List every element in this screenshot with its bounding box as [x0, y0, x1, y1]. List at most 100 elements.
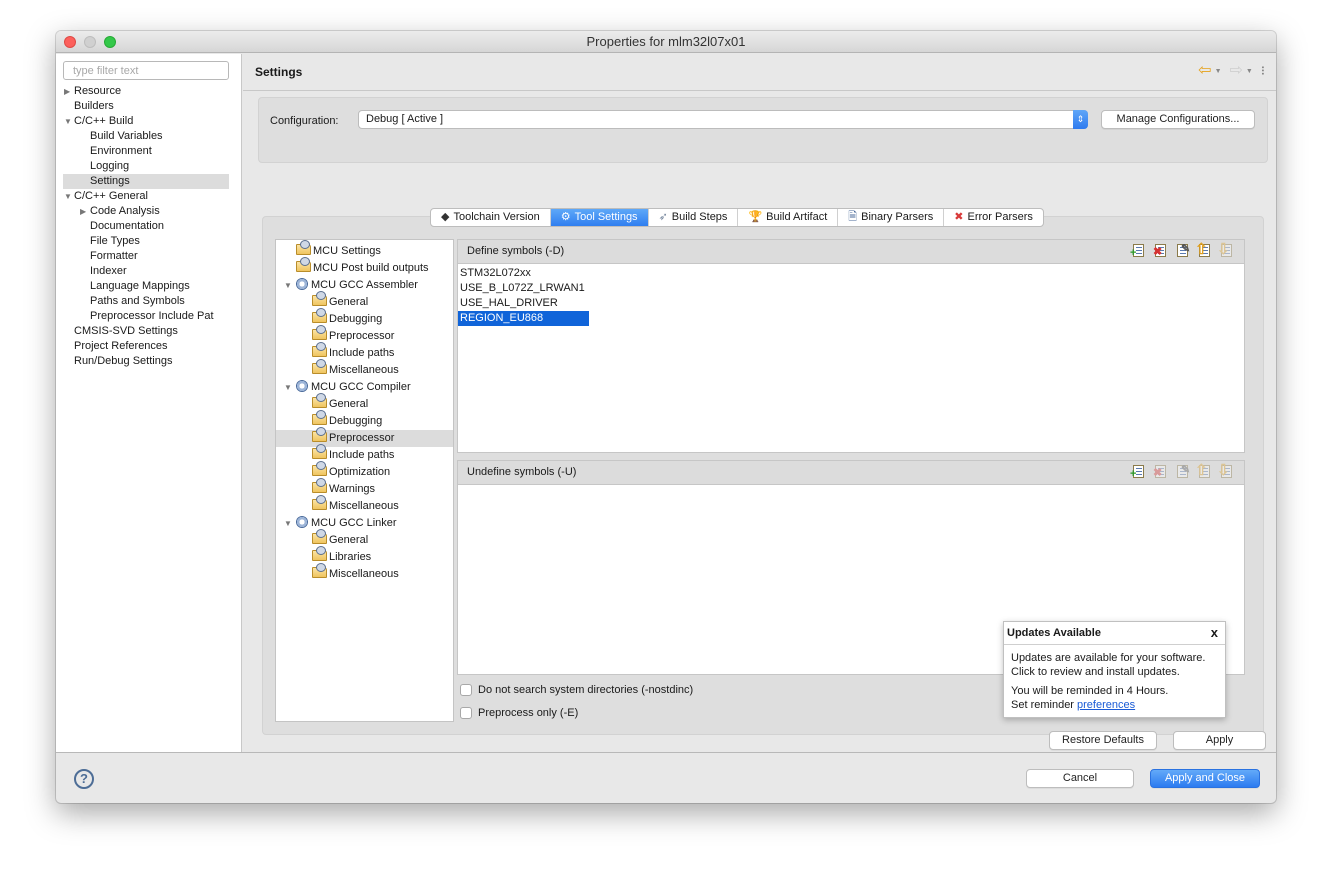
define-symbols-list[interactable]: STM32L072xx USE_B_L072Z_LRWAN1 USE_HAL_DRI…: [457, 263, 1245, 453]
move-up-icon[interactable]: ⇧: [1195, 463, 1212, 480]
back-history-dropdown[interactable]: ▼: [1215, 68, 1222, 75]
tab-binary-parsers[interactable]: 🗎 Binary Parsers: [838, 209, 945, 226]
move-down-icon[interactable]: ⇩: [1217, 463, 1234, 480]
nav-item-label: Build Variables: [90, 130, 163, 142]
tool-tree-item[interactable]: Debugging: [276, 308, 453, 328]
define-symbol-item[interactable]: REGION_EU868: [458, 311, 589, 326]
move-down-icon[interactable]: ⇩: [1217, 242, 1234, 259]
nav-item-label: C/C++ Build: [74, 115, 134, 127]
expanded-arrow-icon[interactable]: ▼: [64, 114, 72, 129]
nav-item[interactable]: Preprocessor Include Pat: [63, 309, 229, 324]
tool-tree-item[interactable]: Include paths: [276, 342, 453, 362]
tool-tree-item[interactable]: ▼ MCU GCC Assembler: [276, 277, 453, 294]
nav-item[interactable]: Formatter: [63, 249, 229, 264]
nav-item[interactable]: Indexer: [63, 264, 229, 279]
help-icon[interactable]: ?: [74, 769, 94, 789]
nav-item-label: Paths and Symbols: [90, 295, 185, 307]
cancel-button[interactable]: Cancel: [1026, 769, 1134, 788]
apply-button[interactable]: Apply: [1173, 731, 1266, 750]
nav-item[interactable]: ▼ C/C++ Build: [63, 114, 229, 129]
edit-icon[interactable]: ✎: [1174, 464, 1190, 480]
configuration-select[interactable]: Debug [ Active ] ⇕: [358, 110, 1088, 129]
tab-tool-settings[interactable]: ⚙ Tool Settings: [550, 209, 649, 226]
tool-tree-item[interactable]: Preprocessor: [276, 325, 453, 345]
nostdinc-option[interactable]: Do not search system directories (-nostd…: [460, 684, 693, 696]
tool-tree-item[interactable]: ▼ MCU GCC Linker: [276, 515, 453, 532]
tool-tree-item[interactable]: General: [276, 529, 453, 549]
close-window-button[interactable]: [64, 36, 76, 48]
build-steps-icon: ➶: [658, 211, 668, 223]
define-symbol-item[interactable]: STM32L072xx: [458, 266, 1244, 281]
action-glyph: ✎: [1181, 243, 1191, 255]
updates-notification[interactable]: Updates Available x Updates are availabl…: [1003, 621, 1226, 718]
nav-item[interactable]: ▼ C/C++ General: [63, 189, 229, 204]
preprocess-only-option[interactable]: Preprocess only (-E): [460, 707, 578, 719]
add-icon[interactable]: +: [1130, 243, 1146, 259]
maximize-window-button[interactable]: [104, 36, 116, 48]
nav-item[interactable]: ▶ Resource: [63, 84, 229, 99]
move-up-icon[interactable]: ⇧: [1195, 242, 1212, 259]
nav-item[interactable]: Paths and Symbols: [63, 294, 229, 309]
header-toolbar: ⇦ ▼ ⇨ ▼ ⁝: [1198, 63, 1265, 79]
add-icon[interactable]: +: [1130, 464, 1146, 480]
nav-item[interactable]: Documentation: [63, 219, 229, 234]
tool-tree-item[interactable]: General: [276, 393, 453, 413]
vertical-dots-icon[interactable]: ⁝: [1261, 64, 1265, 77]
tool-tree-item[interactable]: Miscellaneous: [276, 359, 453, 379]
nav-item[interactable]: Builders: [63, 99, 229, 114]
nav-item[interactable]: Language Mappings: [63, 279, 229, 294]
expanded-arrow-icon[interactable]: ▼: [284, 277, 292, 294]
expanded-arrow-icon[interactable]: ▼: [64, 189, 72, 204]
define-symbol-item[interactable]: USE_B_L072Z_LRWAN1: [458, 281, 1244, 296]
preferences-link[interactable]: preferences: [1077, 699, 1135, 711]
nav-item[interactable]: CMSIS-SVD Settings: [63, 324, 229, 339]
tool-tree-item[interactable]: MCU Post build outputs: [276, 257, 453, 277]
delete-icon[interactable]: ✖: [1152, 464, 1168, 480]
apply-and-close-button[interactable]: Apply and Close: [1150, 769, 1260, 788]
nav-item[interactable]: Environment: [63, 144, 229, 159]
nav-item[interactable]: Settings: [63, 174, 229, 189]
preprocess-only-checkbox[interactable]: [460, 707, 472, 719]
forward-history-dropdown[interactable]: ▼: [1246, 68, 1253, 75]
tool-tree-item[interactable]: ▼ MCU GCC Compiler: [276, 379, 453, 396]
tool-tree-item[interactable]: Preprocessor: [276, 427, 453, 447]
filter-input[interactable]: [63, 61, 229, 80]
tool-tree-label: MCU GCC Compiler: [311, 381, 411, 393]
collapsed-arrow-icon[interactable]: ▶: [80, 204, 86, 219]
define-symbols-header: Define symbols (-D) + ✖ ✎ ⇧ ⇩: [457, 239, 1245, 263]
tool-tree-item[interactable]: Include paths: [276, 444, 453, 464]
option-category-icon: [312, 563, 327, 578]
delete-icon[interactable]: ✖: [1152, 243, 1168, 259]
nav-item[interactable]: Project References: [63, 339, 229, 354]
nav-item[interactable]: Build Variables: [63, 129, 229, 144]
nav-item[interactable]: Logging: [63, 159, 229, 174]
tab-toolchain-version[interactable]: ◆ Toolchain Version: [431, 209, 551, 226]
nav-item[interactable]: File Types: [63, 234, 229, 249]
notification-line-3: You will be reminded in 4 Hours.: [1011, 685, 1169, 697]
tool-tree-item[interactable]: Miscellaneous: [276, 563, 453, 583]
nostdinc-checkbox[interactable]: [460, 684, 472, 696]
nav-item[interactable]: ▶ Code Analysis: [63, 204, 229, 219]
tool-tree-item[interactable]: Miscellaneous: [276, 495, 453, 515]
restore-defaults-button[interactable]: Restore Defaults: [1049, 731, 1157, 750]
tab-build-steps[interactable]: ➶ Build Steps: [649, 209, 739, 226]
minimize-window-button[interactable]: [84, 36, 96, 48]
tool-tree-item[interactable]: Optimization: [276, 461, 453, 481]
tool-tree-item[interactable]: Warnings: [276, 478, 453, 498]
tab-build-artifact[interactable]: 🏆 Build Artifact: [738, 209, 839, 226]
tool-tree-label: General: [329, 398, 369, 410]
nav-item[interactable]: Run/Debug Settings: [63, 354, 229, 369]
expanded-arrow-icon[interactable]: ▼: [284, 515, 292, 532]
expanded-arrow-icon[interactable]: ▼: [284, 379, 292, 396]
forward-arrow-icon[interactable]: ⇨: [1230, 63, 1243, 79]
tool-tree-item[interactable]: Libraries: [276, 546, 453, 566]
back-arrow-icon[interactable]: ⇦: [1198, 63, 1211, 79]
manage-configurations-button[interactable]: Manage Configurations...: [1101, 110, 1255, 129]
tool-tree-item[interactable]: Debugging: [276, 410, 453, 430]
define-symbol-item[interactable]: USE_HAL_DRIVER: [458, 296, 1244, 311]
tab-error-parsers[interactable]: ✖ Error Parsers: [944, 209, 1043, 226]
close-icon[interactable]: x: [1211, 622, 1218, 644]
collapsed-arrow-icon[interactable]: ▶: [64, 84, 70, 99]
tool-tree-item[interactable]: General: [276, 291, 453, 311]
edit-icon[interactable]: ✎: [1174, 243, 1190, 259]
